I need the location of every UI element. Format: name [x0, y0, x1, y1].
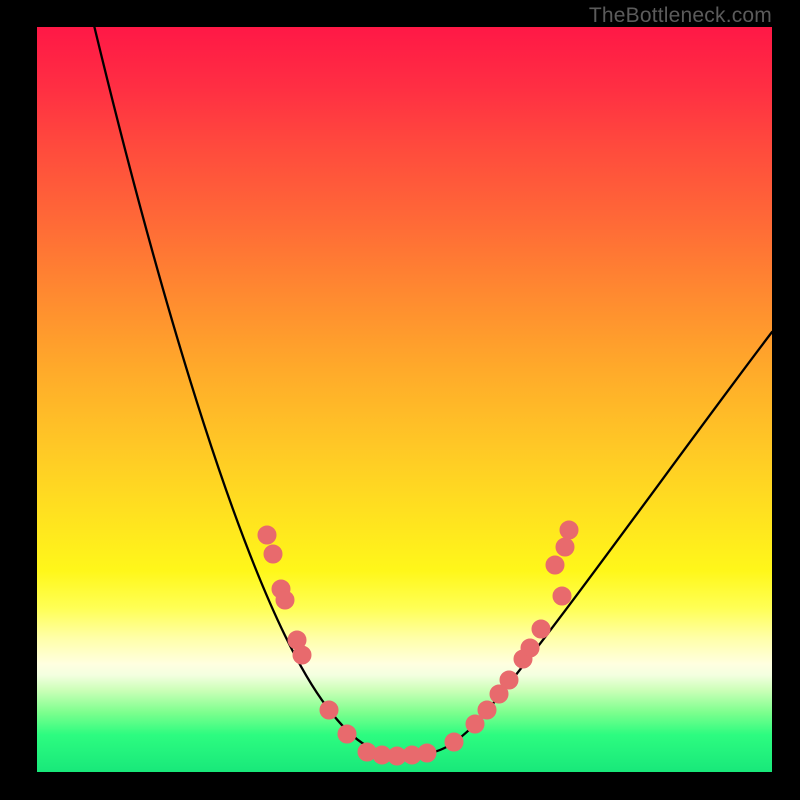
data-point	[258, 526, 276, 544]
bottleneck-curve	[92, 27, 772, 755]
data-point	[445, 733, 463, 751]
data-point	[546, 556, 564, 574]
data-point	[553, 587, 571, 605]
data-point	[338, 725, 356, 743]
data-point	[521, 639, 539, 657]
data-point	[556, 538, 574, 556]
scatter-group	[258, 521, 578, 765]
data-point	[500, 671, 518, 689]
data-point	[466, 715, 484, 733]
data-point	[293, 646, 311, 664]
data-point	[418, 744, 436, 762]
plot-area	[37, 27, 772, 772]
data-point	[276, 591, 294, 609]
data-point	[532, 620, 550, 638]
data-point	[478, 701, 496, 719]
data-point	[264, 545, 282, 563]
curve-svg	[37, 27, 772, 772]
chart-frame: TheBottleneck.com	[0, 0, 800, 800]
attribution-text: TheBottleneck.com	[589, 4, 772, 28]
data-point	[320, 701, 338, 719]
data-point	[560, 521, 578, 539]
